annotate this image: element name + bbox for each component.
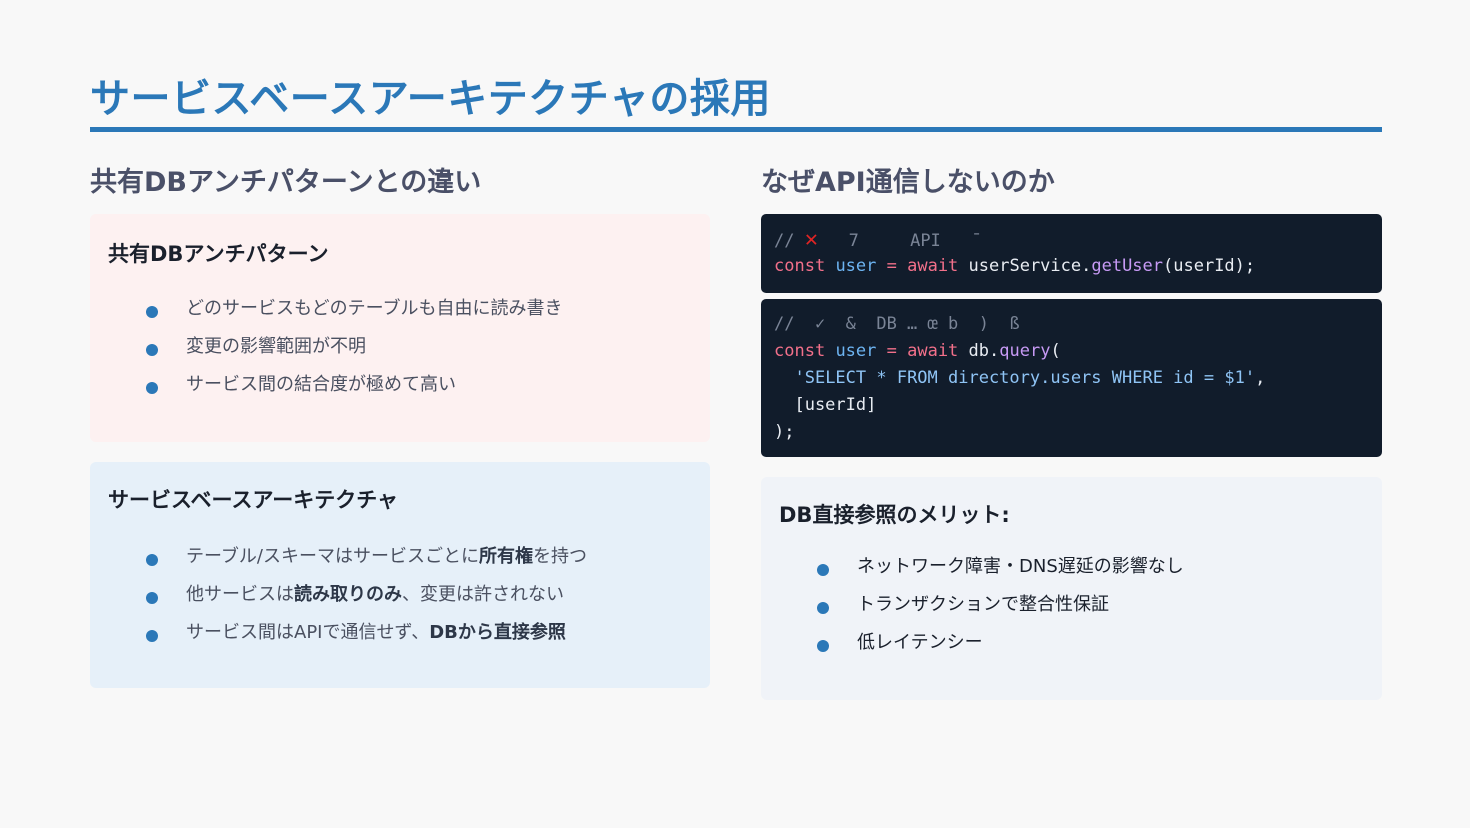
code-line: 'SELECT * FROM directory.users WHERE id … bbox=[794, 368, 1266, 388]
slide-title: サービスベースアーキテクチャの採用 bbox=[90, 76, 771, 122]
left-column-heading: 共有DBアンチパターンとの違い bbox=[90, 167, 482, 198]
title-divider bbox=[90, 127, 1382, 132]
db-query-code-block: // ✓ & DB … œ b ) ß const user = await d… bbox=[761, 299, 1382, 457]
list-item: どのサービスもどのテーブルも自由に読み書き bbox=[146, 290, 563, 328]
code-line: const user = await userService.getUser(u… bbox=[774, 256, 1256, 276]
bullet-icon bbox=[146, 306, 158, 318]
list-item: トランザクションで整合性保証 bbox=[817, 586, 1184, 624]
list-item: サービス間はAPIで通信せず、DBから直接参照 bbox=[146, 614, 587, 652]
merits-list: ネットワーク障害・DNS遅延の影響なし トランザクションで整合性保証 低レイテン… bbox=[817, 548, 1184, 662]
list-item: テーブル/スキーマはサービスごとに所有権を持つ bbox=[146, 538, 587, 576]
bullet-icon bbox=[146, 630, 158, 642]
db-direct-reference-merits-card: DB直接参照のメリット: ネットワーク障害・DNS遅延の影響なし トランザクショ… bbox=[761, 477, 1382, 700]
card-title: DB直接参照のメリット: bbox=[779, 503, 1010, 527]
shared-db-antipattern-card: 共有DBアンチパターン どのサービスもどのテーブルも自由に読み書き 変更の影響範… bbox=[90, 214, 710, 442]
api-call-code-block: // ✕ 7 API ˉ const user = await userServ… bbox=[761, 214, 1382, 293]
list-item: 低レイテンシー bbox=[817, 624, 1184, 662]
bullet-icon bbox=[146, 592, 158, 604]
bullet-icon bbox=[817, 640, 829, 652]
bullet-icon bbox=[817, 564, 829, 576]
bullet-icon bbox=[146, 344, 158, 356]
right-column-heading: なぜAPI通信しないのか bbox=[761, 167, 1055, 198]
service-based-architecture-card: サービスベースアーキテクチャ テーブル/スキーマはサービスごとに所有権を持つ 他… bbox=[90, 462, 710, 688]
cross-icon: ✕ bbox=[804, 227, 818, 252]
bullet-icon bbox=[146, 554, 158, 566]
code-line: [userId] bbox=[774, 395, 877, 415]
code-comment-line: // ✕ 7 API ˉ bbox=[774, 227, 982, 252]
list-item: サービス間の結合度が極めて高い bbox=[146, 366, 563, 404]
list-item: 変更の影響範囲が不明 bbox=[146, 328, 563, 366]
code-line: ); bbox=[774, 422, 795, 442]
antipattern-list: どのサービスもどのテーブルも自由に読み書き 変更の影響範囲が不明 サービス間の結… bbox=[146, 290, 563, 404]
bullet-icon bbox=[817, 602, 829, 614]
code-line: const user = await db.query( bbox=[774, 341, 1061, 361]
card-title: サービスベースアーキテクチャ bbox=[108, 488, 399, 512]
list-item: ネットワーク障害・DNS遅延の影響なし bbox=[817, 548, 1184, 586]
bullet-icon bbox=[146, 382, 158, 394]
architecture-list: テーブル/スキーマはサービスごとに所有権を持つ 他サービスは読み取りのみ、変更は… bbox=[146, 538, 587, 652]
card-title: 共有DBアンチパターン bbox=[108, 242, 329, 266]
list-item: 他サービスは読み取りのみ、変更は許されない bbox=[146, 576, 587, 614]
code-comment-line: // ✓ & DB … œ b ) ß bbox=[774, 314, 1020, 334]
